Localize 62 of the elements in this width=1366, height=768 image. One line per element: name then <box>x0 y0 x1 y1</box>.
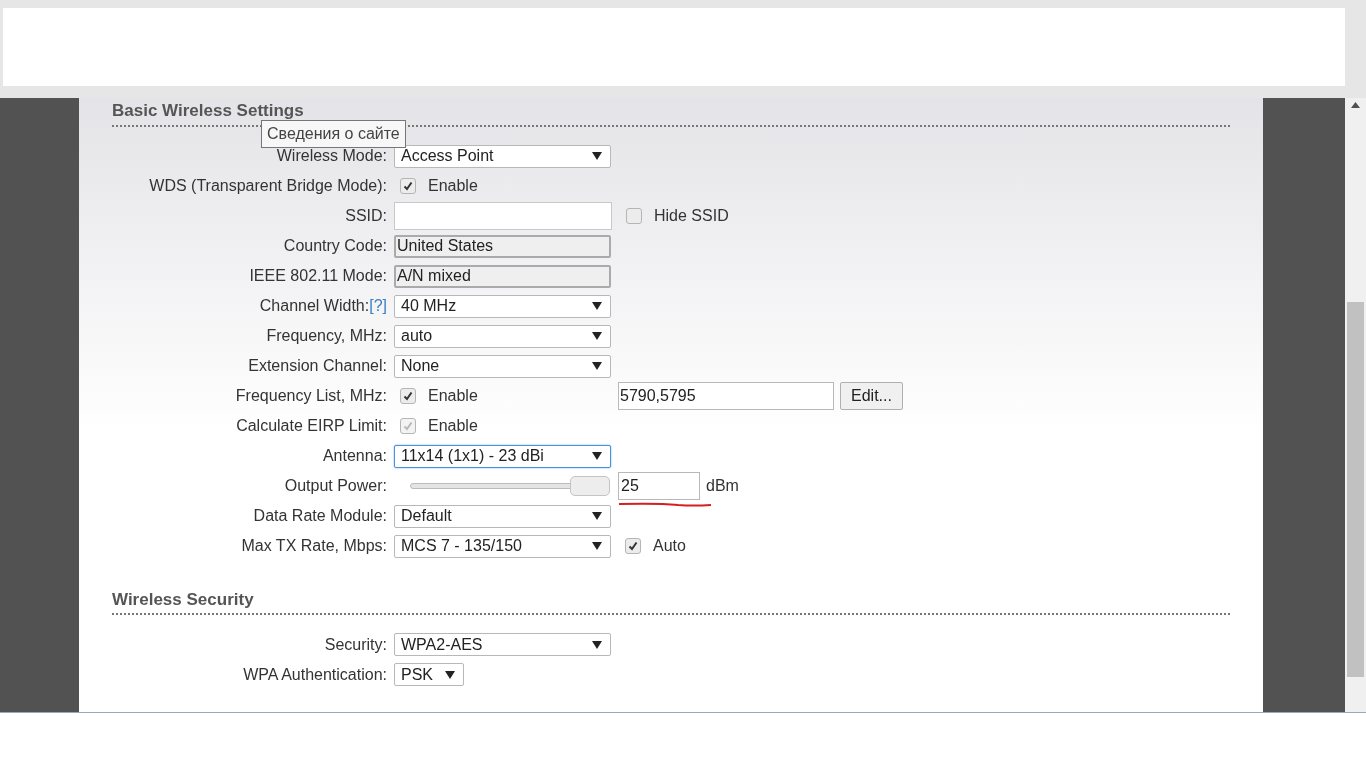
caret-icon <box>592 152 602 160</box>
checkbox-label: Enable <box>428 416 478 436</box>
dropdown[interactable]: auto <box>394 324 611 348</box>
checkbox-label: Enable <box>428 176 478 196</box>
field-label: SSID: <box>345 206 387 226</box>
caret-icon <box>445 670 455 679</box>
field-label: Security: <box>324 634 387 655</box>
section-heading: Basic Wireless Settings <box>112 101 304 120</box>
text-field[interactable] <box>394 202 612 230</box>
caret-icon <box>592 302 602 310</box>
dropdown[interactable]: Default <box>394 504 611 528</box>
checkbox-label: Enable <box>428 386 478 406</box>
field-label: Country Code: <box>283 236 387 256</box>
checkbox[interactable] <box>400 388 416 404</box>
checkmark-icon <box>403 181 413 191</box>
dropdown[interactable]: WPA2-AES <box>394 633 611 656</box>
frequency-list-field[interactable]: 5790,5795 <box>618 382 834 410</box>
dropdown[interactable]: 11x14 (1x1) - 23 dBi <box>394 444 611 468</box>
power-field[interactable]: 25 <box>618 472 700 500</box>
dropdown[interactable]: MCS 7 - 135/150 <box>394 534 611 558</box>
checkbox[interactable] <box>625 538 641 554</box>
slider-handle[interactable] <box>570 476 610 496</box>
checkbox-label: Auto <box>653 536 686 556</box>
edit-button[interactable]: Edit... <box>840 382 903 410</box>
section-heading: Wireless Security <box>112 589 254 609</box>
tooltip: Сведения о сайте <box>261 120 406 148</box>
field-label: Wireless Mode: <box>276 146 387 166</box>
readonly-field: United States <box>394 234 611 258</box>
field-label: Antenna: <box>322 446 387 466</box>
caret-icon <box>592 542 602 550</box>
field-label: WPA Authentication: <box>243 664 387 685</box>
scroll-up-icon[interactable] <box>1351 102 1360 108</box>
unit-label: dBm <box>706 476 739 496</box>
checkmark-icon <box>403 391 413 401</box>
dropdown[interactable]: PSK <box>394 663 464 686</box>
field-label: Max TX Rate, Mbps: <box>241 536 387 556</box>
help-link[interactable]: [?] <box>369 294 387 318</box>
readonly-field: A/N mixed <box>394 264 611 288</box>
field-label: Extension Channel: <box>248 356 387 376</box>
checkbox[interactable] <box>400 178 416 194</box>
field-label: Data Rate Module: <box>253 506 387 526</box>
field-label: WDS (Transparent Bridge Mode): <box>149 176 387 196</box>
checkmark-icon <box>628 541 638 551</box>
caret-icon <box>592 512 602 520</box>
dropdown[interactable]: None <box>394 354 611 378</box>
slider[interactable] <box>410 475 610 497</box>
caret-icon <box>592 452 602 460</box>
field-label: Output Power: <box>284 476 387 496</box>
caret-icon <box>592 640 602 649</box>
field-label: Calculate EIRP Limit: <box>236 416 387 436</box>
checkbox-label: Hide SSID <box>654 206 729 226</box>
checkmark-icon <box>403 421 413 431</box>
field-label: Channel Width: <box>259 296 370 316</box>
caret-icon <box>592 332 602 340</box>
dropdown[interactable]: 40 MHz <box>394 294 611 318</box>
caret-icon <box>592 362 602 370</box>
field-label: Frequency, MHz: <box>266 326 387 346</box>
scrollbar-thumb[interactable] <box>1347 301 1364 677</box>
field-label: IEEE 802.11 Mode: <box>249 266 387 286</box>
dropdown[interactable]: Access Point <box>394 144 611 168</box>
field-label: Frequency List, MHz: <box>235 386 387 406</box>
checkbox[interactable] <box>626 208 642 224</box>
